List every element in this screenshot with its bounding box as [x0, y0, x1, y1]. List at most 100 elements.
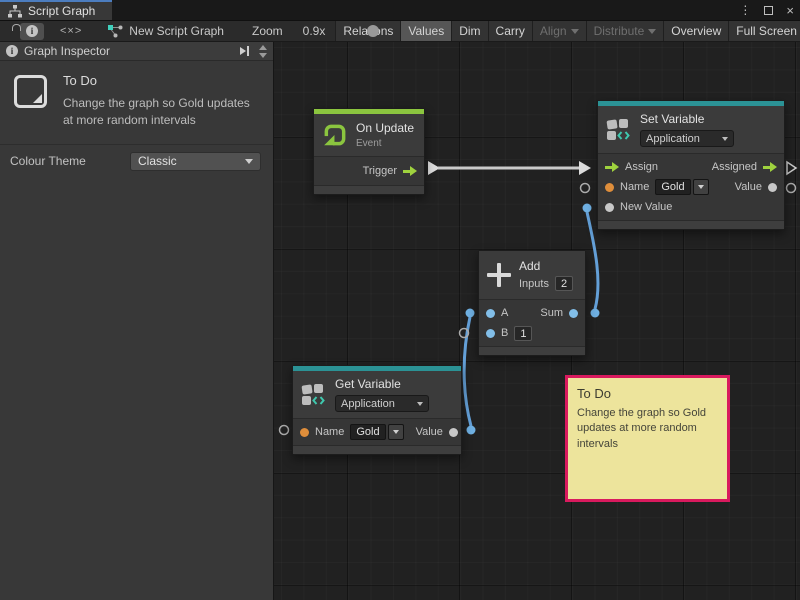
arrow-down-icon[interactable]	[259, 53, 267, 58]
node-footer	[479, 346, 585, 355]
inputs-label: Inputs	[519, 278, 549, 290]
close-icon[interactable]: ×	[786, 4, 794, 17]
info-icon: i	[6, 45, 18, 57]
flow-input-port[interactable]	[605, 162, 619, 172]
chevron-down-icon[interactable]	[388, 424, 404, 440]
sticky-note-icon	[14, 75, 47, 108]
colour-theme-label: Colour Theme	[10, 154, 130, 168]
values-button[interactable]: Values	[400, 20, 451, 42]
align-button[interactable]: Align	[532, 20, 586, 42]
zoom-slider-handle[interactable]	[367, 25, 379, 37]
carry-button[interactable]: Carry	[488, 20, 532, 42]
variable-name-select[interactable]: Gold	[350, 424, 403, 440]
fullscreen-button[interactable]: Full Screen	[728, 20, 800, 42]
variable-scope-select[interactable]: Application	[335, 395, 429, 412]
scroll-arrows[interactable]	[259, 45, 267, 58]
assign-port-label: Assign	[625, 161, 658, 173]
name-input-port[interactable]	[605, 183, 614, 192]
port-endpoint-getvar-name	[280, 426, 289, 435]
name-input-port[interactable]	[300, 428, 309, 437]
dim-button[interactable]: Dim	[451, 20, 487, 42]
port-endpoint-add-b	[460, 329, 469, 338]
distribute-button[interactable]: Distribute	[586, 20, 664, 42]
colour-theme-value: Classic	[138, 154, 177, 168]
scope-value: Application	[646, 133, 722, 145]
chevron-down-icon	[571, 29, 579, 34]
value-output-port[interactable]	[449, 428, 458, 437]
zoom-label: Zoom	[252, 24, 283, 38]
a-input-port[interactable]	[486, 309, 495, 318]
variable-name-select[interactable]: Gold	[655, 179, 708, 195]
toolbar-buttons: Relations Values Dim Carry Align Distrib…	[335, 20, 800, 42]
inspector-toggle-button[interactable]: i	[20, 23, 44, 40]
value-output-port[interactable]	[768, 183, 777, 192]
node-title: On Update	[356, 121, 414, 135]
new-graph-icon	[108, 25, 123, 38]
chevron-down-icon	[245, 159, 253, 164]
variable-name-value: Gold	[655, 179, 690, 195]
node-set-variable[interactable]: Set Variable Application Assign Assigned	[597, 100, 785, 230]
graph-canvas[interactable]: On Update Event Trigger	[274, 42, 800, 600]
script-graph-window: Script Graph ⋮ × i <×> New Script Graph …	[0, 0, 800, 600]
variable-icon	[606, 118, 632, 141]
maximize-icon[interactable]	[764, 6, 773, 15]
wire-trigger-to-assign	[428, 161, 591, 175]
arrow-up-icon[interactable]	[259, 45, 267, 50]
tab-script-graph[interactable]: Script Graph	[0, 0, 112, 20]
assigned-port-label: Assigned	[712, 161, 757, 173]
zoom-value: 0.9x	[303, 24, 326, 38]
variable-scope-select[interactable]: Application	[640, 130, 734, 147]
node-footer	[598, 220, 784, 229]
window-menu-icon[interactable]: ⋮	[739, 3, 751, 17]
name-port-label: Name	[315, 426, 344, 438]
dock-panel-icon[interactable]	[240, 46, 249, 56]
port-endpoint-setvar-name	[581, 184, 590, 193]
todo-summary: To Do Change the graph so Gold updates a…	[0, 61, 273, 144]
node-on-update[interactable]: On Update Event Trigger	[313, 108, 425, 195]
node-title: Get Variable	[335, 377, 429, 391]
graph-icon	[8, 5, 22, 18]
variable-icon	[301, 383, 327, 406]
graph-inspector-panel: i Graph Inspector To Do Change the graph…	[0, 42, 274, 600]
code-view-icon[interactable]: <×>	[60, 25, 82, 37]
node-footer	[314, 185, 424, 194]
a-port-label: A	[501, 307, 508, 319]
inputs-count-field[interactable]: 2	[555, 276, 573, 291]
b-input-port[interactable]	[486, 329, 495, 338]
plus-icon	[487, 263, 511, 287]
node-get-variable[interactable]: Get Variable Application Name Gold	[292, 365, 462, 455]
name-port-label: Name	[620, 181, 649, 193]
inspector-header: i Graph Inspector	[0, 42, 273, 61]
colour-theme-select[interactable]: Classic	[130, 152, 261, 171]
new-value-input-port[interactable]	[605, 203, 614, 212]
node-title: Add	[519, 259, 573, 273]
node-subtitle: Event	[356, 138, 414, 149]
new-script-graph-button[interactable]: New Script Graph	[108, 24, 224, 38]
sum-output-port[interactable]	[569, 309, 578, 318]
b-value-field[interactable]: 1	[514, 326, 532, 341]
colour-theme-row: Colour Theme Classic	[0, 144, 273, 178]
variable-name-value: Gold	[350, 424, 385, 440]
value-port-label: Value	[416, 426, 443, 438]
todo-title: To Do	[63, 73, 251, 88]
flow-output-port[interactable]	[763, 162, 777, 172]
chevron-down-icon[interactable]	[693, 179, 709, 195]
overview-button[interactable]: Overview	[663, 20, 728, 42]
graph-toolbar: i <×> New Script Graph Zoom 0.9x Relatio…	[0, 20, 800, 42]
sum-port-label: Sum	[540, 307, 563, 319]
sticky-note[interactable]: To Do Change the graph so Gold updates a…	[565, 375, 730, 502]
chevron-down-icon	[648, 29, 656, 34]
node-footer	[293, 445, 461, 454]
flow-output-port[interactable]	[403, 166, 417, 176]
scope-value: Application	[341, 398, 417, 410]
node-add[interactable]: Add Inputs 2 A Sum	[478, 250, 586, 356]
distribute-label: Distribute	[594, 24, 645, 38]
node-title: Set Variable	[640, 112, 734, 126]
sticky-note-text: Change the graph so Gold updates at more…	[577, 406, 718, 452]
port-endpoint-assigned	[787, 162, 796, 174]
new-graph-label: New Script Graph	[129, 24, 224, 38]
port-endpoint-setvar-value	[787, 184, 796, 193]
wire-getvalue-to-a	[464, 309, 475, 435]
info-icon: i	[26, 25, 38, 37]
new-value-port-label: New Value	[620, 201, 672, 213]
